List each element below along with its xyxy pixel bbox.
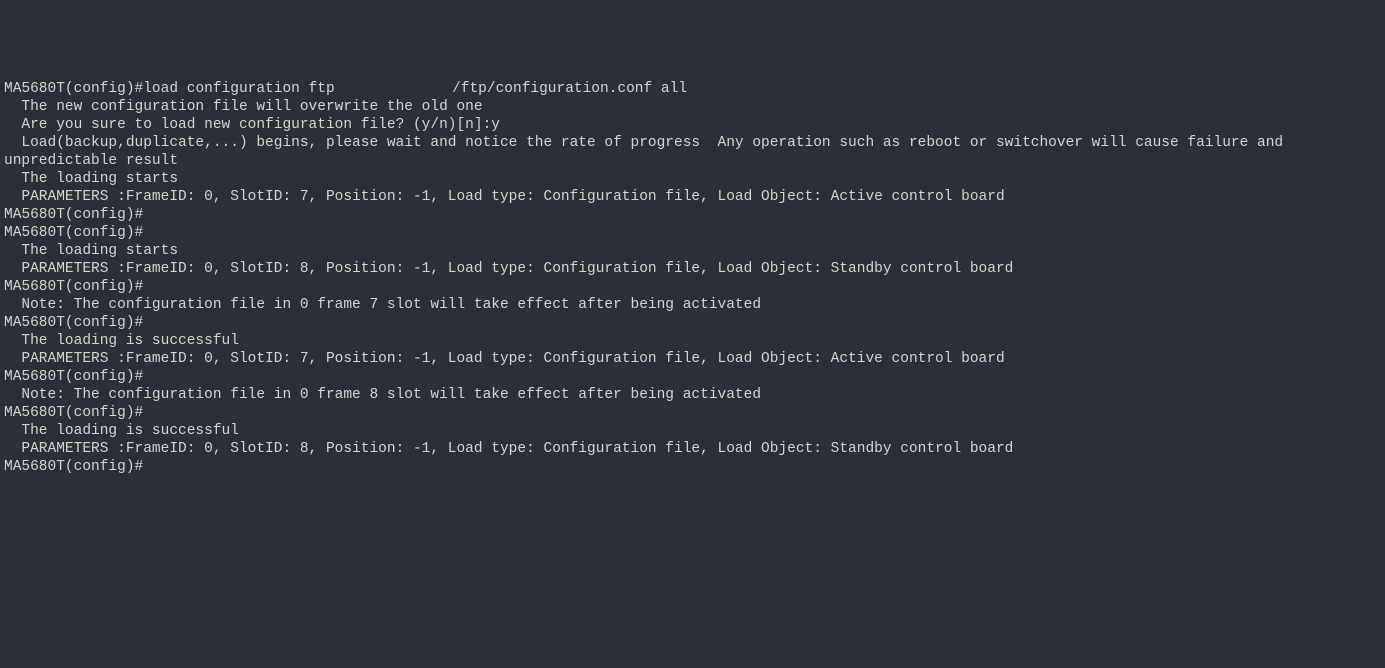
output-confirm: Are you sure to load new configuration f… <box>4 116 1381 134</box>
prompt-line: MA5680T(config)# <box>4 314 1381 332</box>
prompt-line: MA5680T(config)# <box>4 224 1381 242</box>
command-line: MA5680T(config)#load configuration ftp /… <box>4 80 1381 98</box>
terminal-output[interactable]: MA5680T(config)#load configuration ftp /… <box>4 80 1381 476</box>
output-params-slot8-success: PARAMETERS :FrameID: 0, SlotID: 8, Posit… <box>4 440 1381 458</box>
prompt-line: MA5680T(config)# <box>4 206 1381 224</box>
output-params-slot7-success: PARAMETERS :FrameID: 0, SlotID: 7, Posit… <box>4 350 1381 368</box>
output-note-slot7: Note: The configuration file in 0 frame … <box>4 296 1381 314</box>
prompt-line: MA5680T(config)# <box>4 368 1381 386</box>
command-part-b: /ftp/configuration.conf all <box>443 81 687 97</box>
prompt-line: MA5680T(config)# <box>4 458 1381 476</box>
output-load-begin: Load(backup,duplicate,...) begins, pleas… <box>4 134 1381 170</box>
output-params-slot7: PARAMETERS :FrameID: 0, SlotID: 7, Posit… <box>4 188 1381 206</box>
redacted-ip <box>343 81 443 96</box>
output-note-slot8: Note: The configuration file in 0 frame … <box>4 386 1381 404</box>
prompt-line: MA5680T(config)# <box>4 278 1381 296</box>
output-params-slot8: PARAMETERS :FrameID: 0, SlotID: 8, Posit… <box>4 260 1381 278</box>
output-loading-starts: The loading starts <box>4 242 1381 260</box>
output-overwrite: The new configuration file will overwrit… <box>4 98 1381 116</box>
output-loading-success: The loading is successful <box>4 422 1381 440</box>
output-loading-success: The loading is successful <box>4 332 1381 350</box>
output-loading-starts: The loading starts <box>4 170 1381 188</box>
prompt: MA5680T(config)# <box>4 81 143 97</box>
command-part-a: load configuration ftp <box>143 81 343 97</box>
prompt-line: MA5680T(config)# <box>4 404 1381 422</box>
